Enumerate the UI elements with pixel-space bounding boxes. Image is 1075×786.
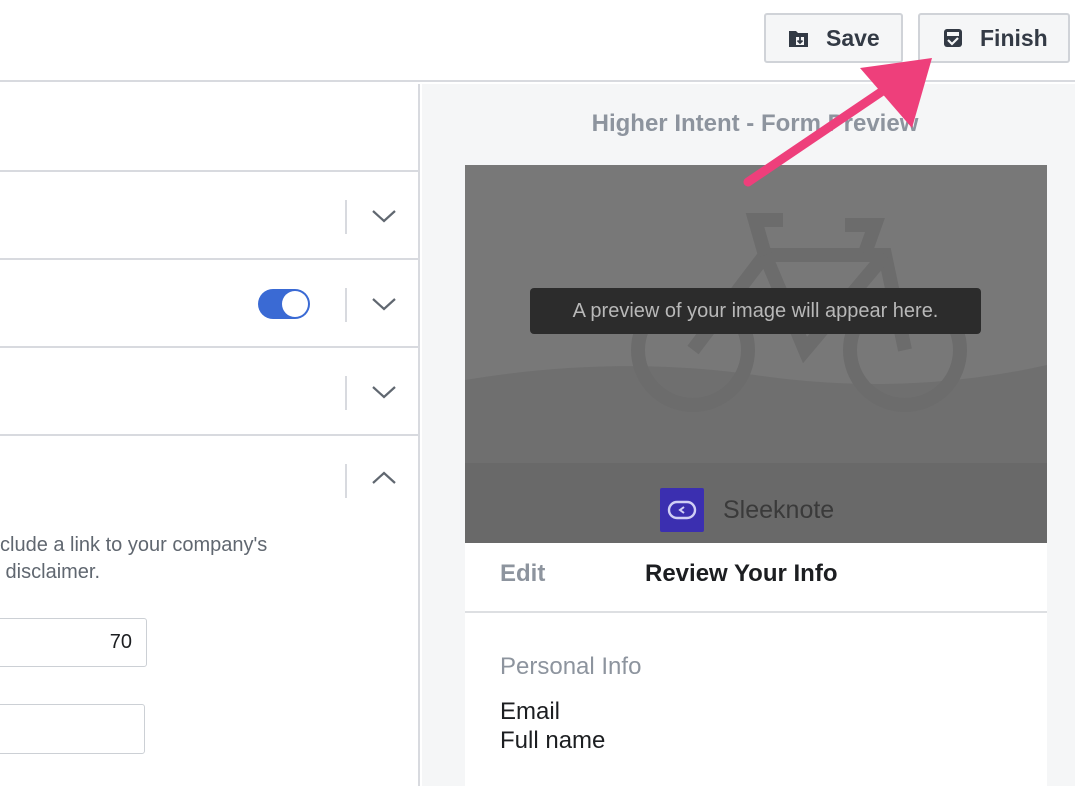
preview-tabs: Edit Review Your Info (465, 543, 1047, 613)
form-preview-card: A preview of your image will appear here… (465, 165, 1047, 786)
image-preview-caption: A preview of your image will appear here… (530, 288, 981, 334)
save-button[interactable]: Save (764, 13, 903, 63)
row-divider (345, 200, 347, 234)
settings-section-2[interactable] (0, 260, 420, 348)
finish-icon (940, 25, 966, 51)
top-toolbar: Save Finish (0, 0, 1075, 82)
tab-review-your-info[interactable]: Review Your Info (645, 560, 837, 588)
brand-name: Sleeknote (723, 496, 835, 524)
field-label-full-name: Full name (500, 727, 606, 754)
tab-edit[interactable]: Edit (500, 560, 545, 588)
disclaimer-help-text: clude a link to your company's disclaime… (0, 534, 268, 583)
finish-button[interactable]: Finish (918, 13, 1070, 63)
chevron-down-icon[interactable] (368, 376, 400, 408)
section-toggle[interactable] (258, 289, 310, 319)
row-divider (345, 376, 347, 410)
settings-section-4[interactable] (0, 436, 420, 526)
image-placeholder: A preview of your image will appear here… (465, 165, 1047, 463)
row-divider (345, 288, 347, 322)
section-label: Personal Info (500, 653, 642, 680)
chevron-up-icon[interactable] (368, 462, 400, 494)
field-label-email: Email (500, 698, 561, 725)
toggle-knob (282, 291, 308, 317)
settings-section-1[interactable] (0, 172, 420, 260)
settings-section-3[interactable] (0, 348, 420, 436)
settings-panel: clude a link to your company's disclaime… (0, 84, 420, 786)
row-divider (345, 464, 347, 498)
save-icon (786, 25, 812, 51)
brand-logo-icon (660, 488, 704, 532)
chevron-down-icon[interactable] (368, 200, 400, 232)
form-preview-panel: Higher Intent - Form Preview A preview o… (422, 84, 1075, 786)
settings-header-row (0, 84, 420, 172)
link-text-input[interactable] (0, 704, 145, 754)
preview-title: Higher Intent - Form Preview (591, 110, 919, 137)
character-limit-input[interactable] (0, 618, 147, 667)
finish-label: Finish (980, 24, 1048, 51)
save-label: Save (826, 24, 880, 51)
chevron-down-icon[interactable] (368, 288, 400, 320)
